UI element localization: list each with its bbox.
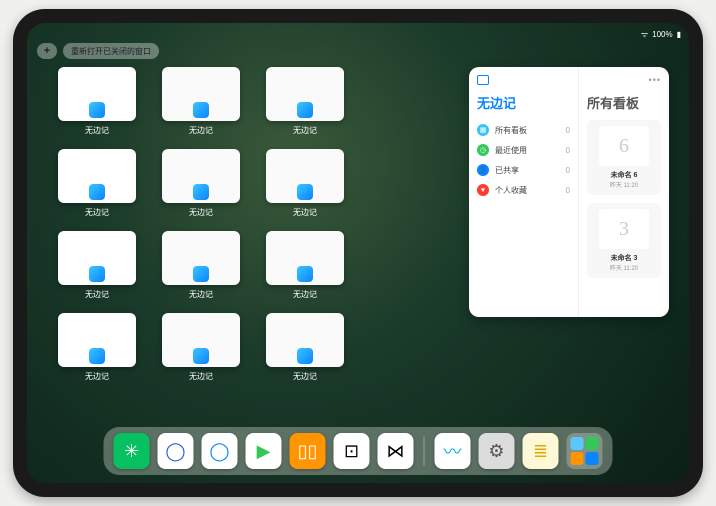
dock-app-settings[interactable]: ⚙ — [479, 433, 515, 469]
menu-item[interactable]: 👤 已共享 0 — [477, 160, 570, 180]
freeform-app-icon — [89, 102, 105, 118]
dock-separator — [424, 436, 425, 466]
window-thumbnail[interactable]: 无边记 — [57, 149, 137, 225]
status-right: ᯤ 100% ▮ — [641, 29, 681, 40]
screen: ᯤ 100% ▮ + 重新打开已关闭的窗口 无边记无边记无边记无边记无边记无边记… — [27, 23, 689, 483]
board-preview: 3 — [599, 209, 649, 249]
thumbnail-label: 无边记 — [189, 125, 213, 136]
clock-icon: ◷ — [477, 144, 489, 156]
side-panel: ••• 无边记 ▦ 所有看板 0 ◷ 最近使用 0 👤 已共享 0 ♥ 个人收藏 0 所有看板 6 未命… — [469, 67, 669, 317]
window-thumbnail[interactable]: 无边记 — [57, 231, 137, 307]
window-grid: 无边记无边记无边记无边记无边记无边记无边记无边记无边记无边记无边记无边记 — [57, 67, 449, 423]
freeform-app-icon — [89, 348, 105, 364]
panel-left-title: 无边记 — [477, 93, 570, 112]
window-thumbnail[interactable]: 无边记 — [265, 67, 345, 143]
ipad-frame: ᯤ 100% ▮ + 重新打开已关闭的窗口 无边记无边记无边记无边记无边记无边记… — [13, 9, 703, 497]
battery-label: 100% — [652, 30, 672, 39]
thumbnail-label: 无边记 — [189, 371, 213, 382]
window-thumbnail[interactable]: 无边记 — [161, 67, 241, 143]
board-name: 未命名 3 — [611, 253, 638, 263]
menu-item-count: 0 — [566, 186, 570, 195]
board-card[interactable]: 6 未命名 6昨天 11:20 — [587, 120, 661, 195]
grid-icon: ▦ — [477, 124, 489, 136]
wifi-icon: ᯤ — [641, 29, 648, 40]
menu-item-label: 最近使用 — [495, 145, 527, 156]
window-thumbnail[interactable]: 无边记 — [265, 231, 345, 307]
reopen-closed-window-button[interactable]: 重新打开已关闭的窗口 — [63, 43, 159, 59]
menu-item-label: 个人收藏 — [495, 185, 527, 196]
thumbnail-label: 无边记 — [189, 207, 213, 218]
thumbnail-label: 无边记 — [189, 289, 213, 300]
dock-app-wechat[interactable]: ✳ — [114, 433, 150, 469]
menu-item-count: 0 — [566, 146, 570, 155]
thumbnail-label: 无边记 — [85, 371, 109, 382]
thumbnail-label: 无边记 — [85, 125, 109, 136]
dock-app-notes[interactable]: ≣ — [523, 433, 559, 469]
dock-app-play[interactable]: ▶ — [246, 433, 282, 469]
board-preview: 6 — [599, 126, 649, 166]
dock-app-browser[interactable]: ◯ — [202, 433, 238, 469]
dock-app-dice[interactable]: ⊡ — [334, 433, 370, 469]
window-thumbnail[interactable]: 无边记 — [265, 149, 345, 225]
content-area: 无边记无边记无边记无边记无边记无边记无边记无边记无边记无边记无边记无边记 •••… — [57, 67, 669, 423]
menu-item[interactable]: ◷ 最近使用 0 — [477, 140, 570, 160]
thumbnail-label: 无边记 — [293, 289, 317, 300]
menu-item-count: 0 — [566, 166, 570, 175]
dock-app-connect[interactable]: ⋈ — [378, 433, 414, 469]
freeform-app-icon — [89, 266, 105, 282]
thumbnail-label: 无边记 — [85, 289, 109, 300]
new-window-button[interactable]: + — [37, 43, 57, 59]
thumbnail-label: 无边记 — [293, 207, 317, 218]
top-bar: + 重新打开已关闭的窗口 — [37, 43, 159, 59]
battery-icon: ▮ — [677, 30, 681, 39]
dock-app-quark[interactable]: ◯ — [158, 433, 194, 469]
window-thumbnail[interactable]: 无边记 — [57, 67, 137, 143]
more-icon[interactable]: ••• — [649, 75, 661, 85]
thumbnail-label: 无边记 — [85, 207, 109, 218]
menu-item-count: 0 — [566, 126, 570, 135]
window-thumbnail[interactable]: 无边记 — [57, 313, 137, 389]
board-time: 昨天 11:20 — [610, 180, 638, 189]
panel-right-title: 所有看板 — [587, 93, 661, 112]
menu-item[interactable]: ▦ 所有看板 0 — [477, 120, 570, 140]
window-thumbnail[interactable]: 无边记 — [265, 313, 345, 389]
window-thumbnail[interactable]: 无边记 — [161, 231, 241, 307]
panel-right: 所有看板 6未命名 6昨天 11:203未命名 3昨天 11:20 — [579, 67, 669, 317]
board-time: 昨天 11:20 — [610, 263, 638, 272]
board-name: 未命名 6 — [611, 170, 638, 180]
panel-left: 无边记 ▦ 所有看板 0 ◷ 最近使用 0 👤 已共享 0 ♥ 个人收藏 0 — [469, 67, 579, 317]
heart-icon: ♥ — [477, 184, 489, 196]
status-bar: ᯤ 100% ▮ — [35, 27, 681, 41]
freeform-app-icon — [89, 184, 105, 200]
menu-item-label: 已共享 — [495, 165, 519, 176]
thumbnail-label: 无边记 — [293, 125, 317, 136]
dock: ✳◯◯▶▯▯⊡⋈〰⚙≣ — [104, 427, 613, 475]
dock-app-library[interactable] — [567, 433, 603, 469]
menu-item-label: 所有看板 — [495, 125, 527, 136]
sidebar-toggle-icon[interactable] — [477, 75, 489, 85]
thumbnail-label: 无边记 — [293, 371, 317, 382]
board-card[interactable]: 3 未命名 3昨天 11:20 — [587, 203, 661, 278]
person-icon: 👤 — [477, 164, 489, 176]
window-thumbnail[interactable]: 无边记 — [161, 313, 241, 389]
menu-item[interactable]: ♥ 个人收藏 0 — [477, 180, 570, 200]
dock-app-books[interactable]: ▯▯ — [290, 433, 326, 469]
dock-app-freeform[interactable]: 〰 — [435, 433, 471, 469]
window-thumbnail[interactable]: 无边记 — [161, 149, 241, 225]
